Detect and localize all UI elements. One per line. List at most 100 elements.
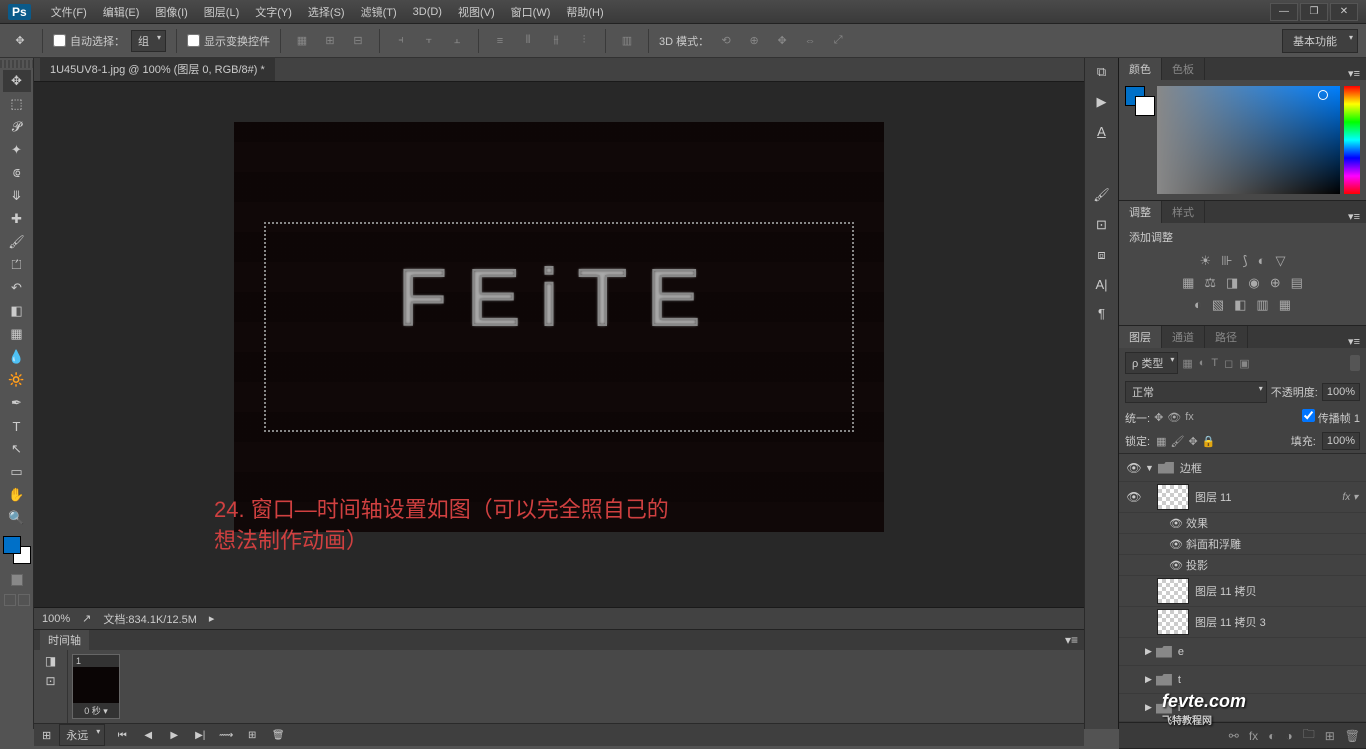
new-group-icon[interactable]: 🗀 <box>1303 725 1315 746</box>
shape-tool[interactable]: ▭ <box>3 461 31 483</box>
loop-dropdown[interactable]: 永远 <box>59 724 105 746</box>
layers-tab[interactable]: 图层 <box>1119 326 1162 348</box>
auto-align-icon[interactable]: ▥ <box>616 30 638 52</box>
opacity-input[interactable]: 100% <box>1322 383 1360 401</box>
color-tab[interactable]: 颜色 <box>1119 58 1162 80</box>
align-icon[interactable]: ⊟ <box>347 30 369 52</box>
clone-source-icon[interactable]: ⧈ <box>1097 247 1105 263</box>
path-select-tool[interactable]: ↖ <box>3 438 31 460</box>
layer-row[interactable]: 图层 11 拷贝 <box>1119 576 1366 607</box>
lock-all-icon[interactable]: 🔒 <box>1202 435 1216 448</box>
align-right-icon[interactable]: ⫠ <box>446 30 468 52</box>
zoom-tool[interactable]: 🔍 <box>3 507 31 529</box>
timeline-unify-icon[interactable]: ⊡ <box>45 674 55 688</box>
marquee-tool[interactable]: ⬚ <box>3 93 31 115</box>
healing-tool[interactable]: ✚ <box>3 208 31 230</box>
filter-pixel-icon[interactable]: ▦ <box>1182 357 1192 370</box>
curves-icon[interactable]: ⟆ <box>1243 253 1248 269</box>
character-icon[interactable]: A <box>1097 124 1106 139</box>
link-layers-icon[interactable]: ⚯ <box>1229 729 1239 743</box>
fill-input[interactable]: 100% <box>1322 432 1360 450</box>
adjustments-tab[interactable]: 调整 <box>1119 201 1162 223</box>
menu-window[interactable]: 窗口(W) <box>503 4 559 20</box>
align-left-icon[interactable]: ⫞ <box>390 30 412 52</box>
timeline-toggle-icon[interactable]: ◨ <box>45 654 56 668</box>
new-layer-icon[interactable]: ⊞ <box>1325 729 1335 743</box>
paths-tab[interactable]: 路径 <box>1205 326 1248 348</box>
canvas-area[interactable]: FEiTE 24. 窗口—时间轴设置如图（可以完全照自己的 想法制作动画） <box>34 82 1084 607</box>
lock-pixels-icon[interactable]: 🖌 <box>1170 435 1184 448</box>
play-button[interactable]: ▶ <box>165 727 183 743</box>
panel-menu-icon[interactable]: ▾≡ <box>1342 67 1366 80</box>
layer-group[interactable]: ▶ t <box>1119 666 1366 694</box>
export-icon[interactable]: ↗ <box>82 612 91 625</box>
menu-help[interactable]: 帮助(H) <box>558 4 611 20</box>
zoom-level[interactable]: 100% <box>42 613 70 625</box>
align-icon[interactable]: ▦ <box>291 30 313 52</box>
levels-icon[interactable]: ⊪ <box>1221 253 1232 269</box>
gradient-tool[interactable]: ▦ <box>3 323 31 345</box>
dodge-tool[interactable]: 🔆 <box>3 369 31 391</box>
3d-scale-icon[interactable]: ⤢ <box>827 30 849 52</box>
menu-filter[interactable]: 滤镜(T) <box>353 4 405 20</box>
gradient-map-icon[interactable]: ▥ <box>1256 297 1268 313</box>
stamp-tool[interactable]: ⏍ <box>3 254 31 276</box>
align-center-icon[interactable]: ⫟ <box>418 30 440 52</box>
menu-select[interactable]: 选择(S) <box>300 4 353 20</box>
menu-file[interactable]: 文件(F) <box>43 4 95 20</box>
filter-toggle[interactable] <box>1350 355 1360 371</box>
distribute-icon[interactable]: ⫵ <box>545 30 567 52</box>
auto-select-dropdown[interactable]: 组 <box>131 30 166 52</box>
channel-mixer-icon[interactable]: ⊕ <box>1270 275 1281 291</box>
layer-group[interactable]: 👁 ▼ 边框 <box>1119 454 1366 482</box>
first-frame-button[interactable]: ⏮ <box>113 727 131 743</box>
layer-filter-dropdown[interactable]: ρ 类型 <box>1125 352 1178 374</box>
color-swatches[interactable] <box>3 536 31 564</box>
timeline-menu-icon[interactable]: ▾≡ <box>1065 633 1078 647</box>
layer-fx-icon[interactable]: fx <box>1249 729 1258 743</box>
canvas[interactable]: FEiTE <box>234 122 884 532</box>
magic-wand-tool[interactable]: ✦ <box>3 139 31 161</box>
type-tool[interactable]: T <box>3 415 31 437</box>
hue-icon[interactable]: ▦ <box>1182 275 1194 291</box>
layer-group[interactable]: ▶ e <box>1119 638 1366 666</box>
document-tab[interactable]: 1U45UV8-1.jpg @ 100% (图层 0, RGB/8#) * <box>40 56 275 81</box>
photo-filter-icon[interactable]: ◉ <box>1248 275 1259 291</box>
selective-color-icon[interactable]: ▦ <box>1279 297 1291 313</box>
brightness-icon[interactable]: ☀ <box>1200 253 1212 269</box>
toolbox-handle[interactable] <box>0 60 33 68</box>
paragraph-icon[interactable]: A| <box>1095 277 1107 292</box>
maximize-button[interactable]: ❐ <box>1300 3 1328 21</box>
layer-effect[interactable]: 👁 斜面和浮雕 <box>1119 534 1366 555</box>
propagate-checkbox[interactable]: 传播帧 1 <box>1302 409 1360 426</box>
filter-type-icon[interactable]: T <box>1211 357 1218 370</box>
eyedropper-tool[interactable]: ⤋ <box>3 185 31 207</box>
lookup-icon[interactable]: ▤ <box>1291 275 1303 291</box>
minimize-button[interactable]: — <box>1270 3 1298 21</box>
screen-mode-toggle[interactable] <box>0 594 33 606</box>
distribute-icon[interactable]: ≡ <box>489 30 511 52</box>
exposure-icon[interactable]: ◐ <box>1258 253 1266 269</box>
styles-tab[interactable]: 样式 <box>1162 201 1205 223</box>
channels-tab[interactable]: 通道 <box>1162 326 1205 348</box>
menu-layer[interactable]: 图层(L) <box>196 4 247 20</box>
timeline-frame[interactable]: 1 0 秒 ▾ <box>72 654 120 719</box>
blur-tool[interactable]: 💧 <box>3 346 31 368</box>
delete-frame-button[interactable]: 🗑 <box>269 727 287 743</box>
layer-mask-icon[interactable]: ◐ <box>1268 729 1275 743</box>
visibility-toggle[interactable]: 👁 <box>1123 490 1145 504</box>
swatches-tab[interactable]: 色板 <box>1162 58 1205 80</box>
panel-menu-icon[interactable]: ▾≡ <box>1342 335 1366 348</box>
brush-presets-icon[interactable]: ⊡ <box>1096 217 1107 233</box>
lasso-tool[interactable]: 𝓟 <box>3 116 31 138</box>
timeline-convert-icon[interactable]: ⊞ <box>42 729 51 742</box>
3d-pan-icon[interactable]: ✥ <box>771 30 793 52</box>
layer-row[interactable]: 图层 11 拷贝 3 <box>1119 607 1366 638</box>
prev-frame-button[interactable]: ◀ <box>139 727 157 743</box>
3d-slide-icon[interactable]: ⇔ <box>799 30 821 52</box>
layer-effect[interactable]: 👁 效果 <box>1119 513 1366 534</box>
move-tool[interactable]: ✥ <box>3 70 31 92</box>
close-button[interactable]: ✕ <box>1330 3 1358 21</box>
unify-visibility-icon[interactable]: 👁 <box>1167 411 1181 424</box>
menu-view[interactable]: 视图(V) <box>450 4 503 20</box>
